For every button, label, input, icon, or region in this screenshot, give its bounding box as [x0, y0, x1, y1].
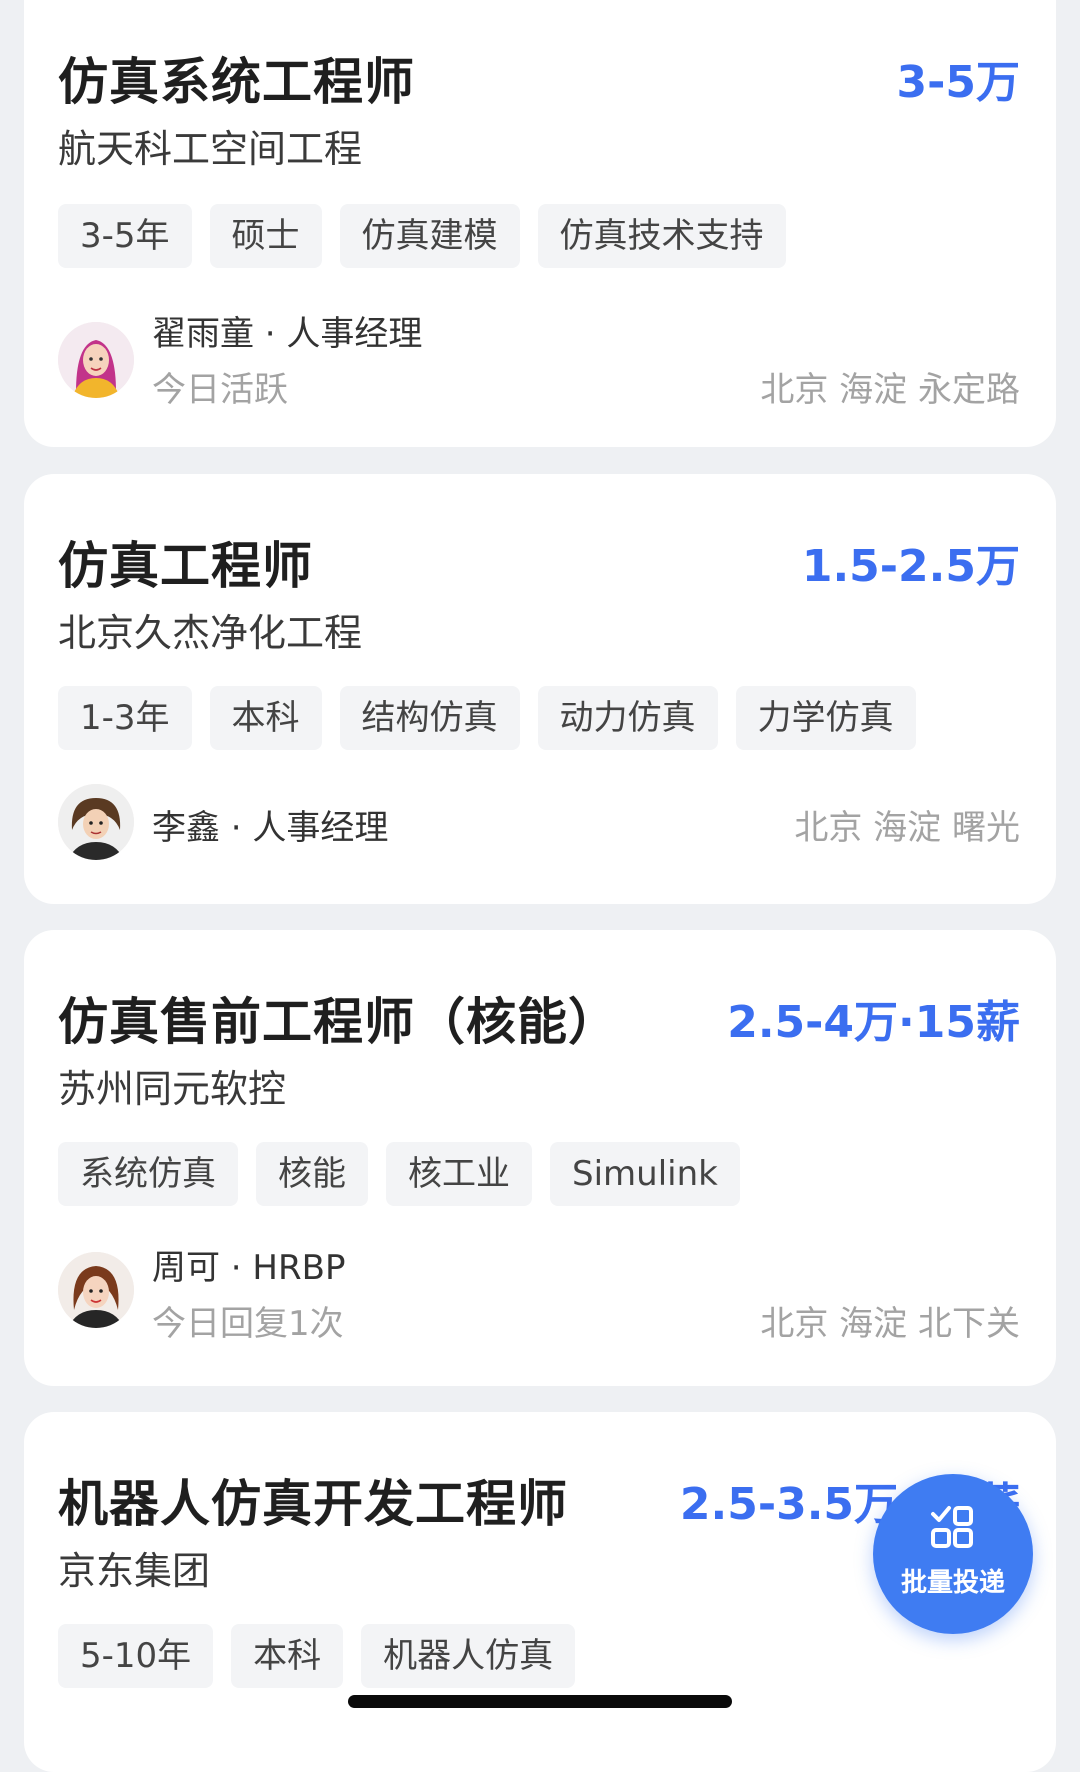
- job-tag: 核工业: [386, 1142, 532, 1206]
- job-tag: 仿真建模: [339, 204, 520, 268]
- job-location: 北京 海淀 永定路: [760, 370, 1020, 410]
- batch-apply-button[interactable]: 批量投递: [873, 1474, 1033, 1634]
- job-location: 北京 海淀 北下关: [760, 1304, 1020, 1344]
- job-tag: 仿真技术支持: [537, 204, 786, 268]
- job-tags: 系统仿真 核能 核工业 Simulink: [58, 1142, 740, 1206]
- job-card[interactable]: 仿真售前工程师（核能） 2.5-4万·15薪 苏州同元软控 系统仿真 核能 核工…: [24, 930, 1056, 1386]
- job-tag: Simulink: [550, 1142, 740, 1206]
- company-name: 苏州同元软控: [58, 1067, 287, 1111]
- job-title: 仿真工程师: [58, 537, 313, 595]
- job-location: 北京 海淀 曙光: [794, 808, 1020, 848]
- job-tag: 1-3年: [58, 686, 192, 750]
- job-tag: 机器人仿真: [361, 1624, 576, 1688]
- job-tag: 系统仿真: [58, 1142, 238, 1206]
- job-salary: 2.5-4万·15薪: [727, 997, 1020, 1048]
- recruiter-activity: 今日活跃: [152, 370, 288, 410]
- job-title: 机器人仿真开发工程师: [58, 1475, 568, 1533]
- job-tags: 5-10年 本科 机器人仿真: [58, 1624, 576, 1688]
- batch-apply-icon: [931, 1506, 973, 1548]
- job-tag: 本科: [209, 686, 322, 750]
- job-tag: 5-10年: [58, 1624, 214, 1688]
- recruiter-avatar: [58, 1252, 134, 1328]
- home-indicator: [348, 1695, 732, 1708]
- job-tags: 1-3年 本科 结构仿真 动力仿真 力学仿真: [58, 686, 916, 750]
- job-card[interactable]: 仿真工程师 1.5-2.5万 北京久杰净化工程 1-3年 本科 结构仿真 动力仿…: [24, 474, 1056, 904]
- recruiter-avatar: [58, 322, 134, 398]
- recruiter-avatar: [58, 784, 134, 860]
- job-salary: 3-5万: [896, 57, 1021, 108]
- company-name: 京东集团: [58, 1549, 211, 1593]
- company-name: 航天科工空间工程: [58, 127, 363, 171]
- batch-apply-label: 批量投递: [900, 1568, 1005, 1598]
- job-tag: 动力仿真: [537, 686, 718, 750]
- job-salary: 1.5-2.5万: [801, 541, 1020, 592]
- job-title: 仿真售前工程师（核能）: [58, 993, 619, 1051]
- job-tag: 力学仿真: [735, 686, 916, 750]
- company-name: 北京久杰净化工程: [58, 611, 363, 655]
- job-tag: 3-5年: [58, 204, 192, 268]
- job-tag: 结构仿真: [339, 686, 520, 750]
- job-tag: 核能: [256, 1142, 368, 1206]
- recruiter-name: 周可 · HRBP: [152, 1248, 346, 1288]
- job-tag: 硕士: [209, 204, 322, 268]
- job-tag: 本科: [231, 1624, 344, 1688]
- recruiter-name: 李鑫 · 人事经理: [152, 808, 389, 848]
- recruiter-activity: 今日回复1次: [152, 1304, 344, 1344]
- job-tags: 3-5年 硕士 仿真建模 仿真技术支持: [58, 204, 786, 268]
- recruiter-name: 翟雨童 · 人事经理: [152, 314, 423, 354]
- job-card[interactable]: 仿真系统工程师 3-5万 航天科工空间工程 3-5年 硕士 仿真建模 仿真技术支…: [24, 0, 1056, 447]
- job-title: 仿真系统工程师: [58, 53, 415, 111]
